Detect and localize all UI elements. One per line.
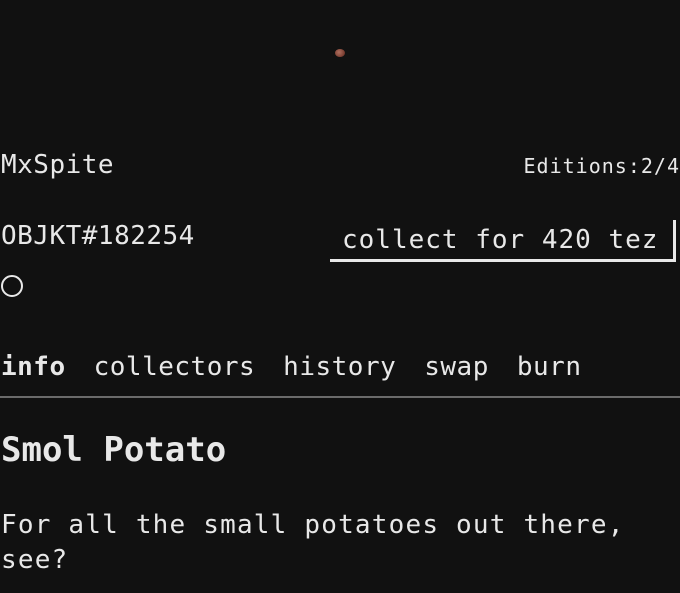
editions-count: Editions:2/4 — [523, 154, 680, 178]
potato-artwork-image — [335, 49, 345, 57]
artwork-title: Smol Potato — [1, 430, 227, 470]
tab-history[interactable]: history — [283, 352, 396, 382]
tab-burn[interactable]: burn — [517, 352, 582, 382]
tab-divider — [0, 396, 680, 398]
artwork-display[interactable] — [0, 0, 680, 130]
objkt-page: MxSpite Editions:2/4 OBJKT#182254 collec… — [0, 0, 680, 593]
tab-swap[interactable]: swap — [424, 352, 489, 382]
collect-button-label: collect for 420 tez — [342, 224, 659, 255]
tab-collectors[interactable]: collectors — [94, 352, 256, 382]
creator-name-link[interactable]: MxSpite — [1, 150, 114, 180]
tab-info[interactable]: info — [1, 352, 66, 382]
tab-bar: info collectors history swap burn — [1, 352, 610, 382]
artwork-description: For all the small potatoes out there, se… — [1, 510, 625, 575]
circle-icon[interactable] — [1, 275, 23, 297]
collect-button[interactable]: collect for 420 tez — [330, 220, 676, 262]
objkt-id: OBJKT#182254 — [1, 221, 195, 251]
